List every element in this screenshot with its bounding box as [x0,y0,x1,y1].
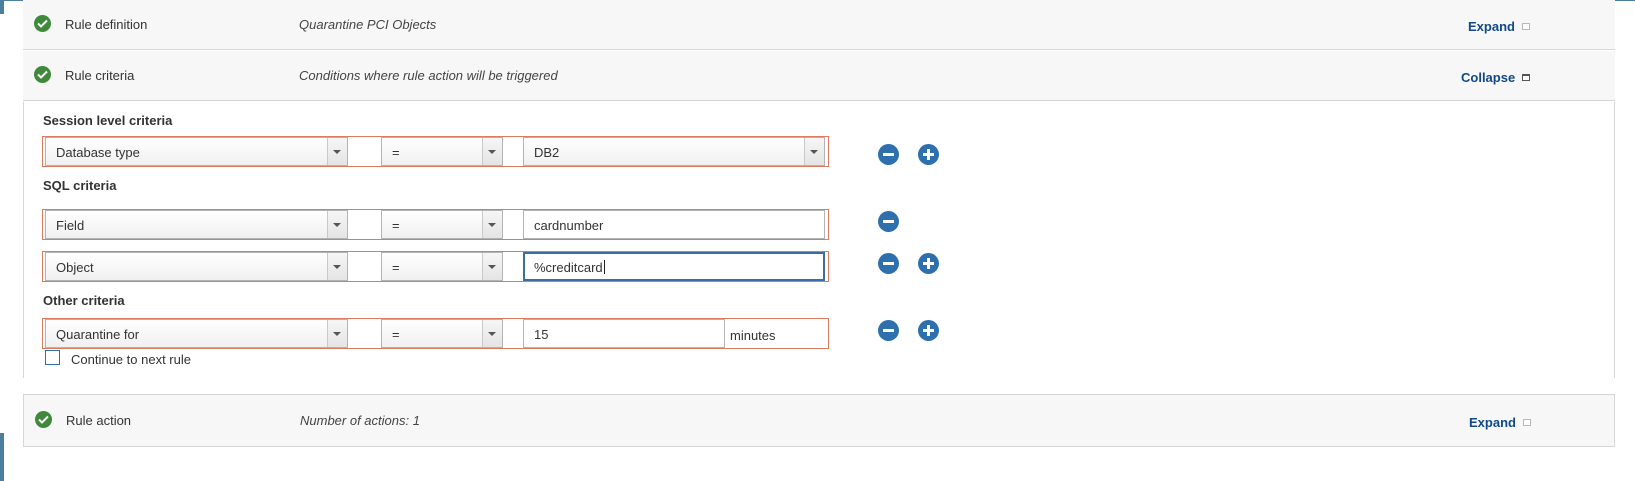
dropdown-arrow-icon[interactable] [482,211,502,238]
field-select[interactable]: Database type [45,137,348,166]
operator-select[interactable]: = [381,319,503,348]
expand-link[interactable]: Expand [1468,19,1515,34]
add-criteria-button[interactable] [918,320,939,341]
sql-criteria-label: SQL criteria [43,178,117,193]
value-select[interactable]: DB2 [523,137,825,166]
dropdown-arrow-icon[interactable] [804,138,824,165]
other-criteria-label: Other criteria [43,293,125,308]
field-select[interactable]: Object [45,252,348,281]
dropdown-arrow-icon[interactable] [327,320,347,347]
remove-criteria-button[interactable] [878,253,899,274]
section-title: Rule action [66,413,132,428]
duration-input-text: 15 [534,327,549,342]
section-description: Quarantine PCI Objects [299,17,437,32]
field-select-value: Field [56,218,85,233]
rule-action-header[interactable]: Rule action Number of actions: 1 Expand [23,394,1615,447]
check-circle-icon [35,411,52,428]
operator-select[interactable]: = [381,137,503,166]
operator-select-value: = [392,218,400,233]
field-select-value: Quarantine for [56,327,140,342]
session-criteria-label: Session level criteria [43,113,173,128]
field-select[interactable]: Quarantine for [45,319,348,348]
dropdown-arrow-icon[interactable] [327,211,347,238]
left-accent-bar [0,0,4,14]
expand-box-icon[interactable] [1522,23,1530,30]
field-select-value: Object [56,260,94,275]
remove-criteria-button[interactable] [878,320,899,341]
text-caret [603,260,605,274]
section-description: Conditions where rule action will be tri… [299,68,558,83]
operator-select[interactable]: = [381,252,503,281]
dropdown-arrow-icon[interactable] [482,253,502,280]
rule-criteria-header[interactable]: Rule criteria Conditions where rule acti… [23,51,1615,101]
value-input-focused[interactable]: %creditcard [523,252,825,281]
continue-checkbox[interactable] [45,350,60,365]
dropdown-arrow-icon[interactable] [327,253,347,280]
check-circle-icon [34,66,51,83]
add-criteria-button[interactable] [918,253,939,274]
continue-checkbox-label: Continue to next rule [71,352,191,367]
left-accent-bar-bottom [0,433,4,481]
section-title: Rule definition [65,17,148,32]
remove-criteria-button[interactable] [878,144,899,165]
collapse-box-icon[interactable] [1522,74,1530,81]
value-select-value: DB2 [534,145,560,160]
duration-input[interactable]: 15 [523,319,725,348]
section-description: Number of actions: 1 [300,413,420,428]
remove-criteria-button[interactable] [878,211,899,232]
dropdown-arrow-icon[interactable] [327,138,347,165]
expand-link[interactable]: Expand [1469,415,1516,430]
operator-select-value: = [392,260,400,275]
value-input[interactable]: cardnumber [523,210,825,239]
operator-select-value: = [392,145,400,160]
collapse-link[interactable]: Collapse [1461,70,1515,85]
value-input-text: %creditcard [534,260,605,275]
dropdown-arrow-icon[interactable] [482,320,502,347]
field-select[interactable]: Field [45,210,348,239]
value-input-text: cardnumber [534,218,604,233]
section-title: Rule criteria [65,68,135,83]
operator-select-value: = [392,327,400,342]
expand-box-icon[interactable] [1523,419,1531,426]
add-criteria-button[interactable] [918,144,939,165]
check-circle-icon [34,15,51,32]
operator-select[interactable]: = [381,210,503,239]
dropdown-arrow-icon[interactable] [482,138,502,165]
rule-definition-header[interactable]: Rule definition Quarantine PCI Objects E… [23,0,1615,50]
field-select-value: Database type [56,145,140,160]
duration-unit-label: minutes [730,328,776,343]
